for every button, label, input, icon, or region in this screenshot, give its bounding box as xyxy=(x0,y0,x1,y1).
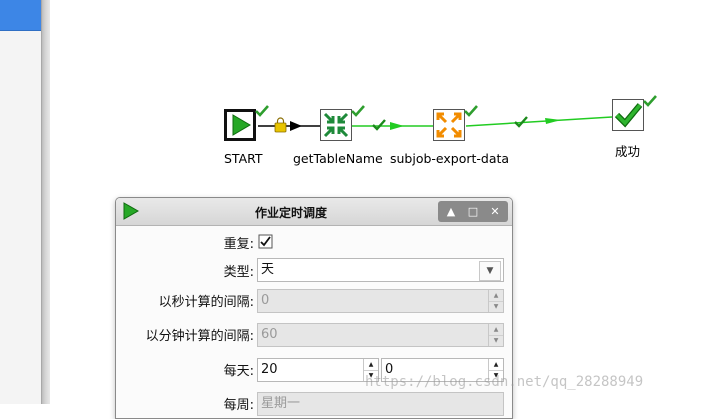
panel-splitter[interactable] xyxy=(41,0,50,404)
window-controls: ▲ □ ✕ xyxy=(438,201,508,222)
status-check-icon xyxy=(351,105,365,117)
type-select-value: 天 xyxy=(261,262,275,277)
keep-above-button[interactable]: ▲ xyxy=(440,201,462,222)
minutes-spinner: ▲ ▼ xyxy=(488,324,503,346)
minutes-interval-value: 60 xyxy=(261,327,278,342)
status-check-icon xyxy=(255,105,269,117)
step-success[interactable]: 成功 xyxy=(612,95,657,159)
success-check-icon xyxy=(612,99,644,131)
step-label: 成功 xyxy=(615,144,641,159)
minutes-interval-label: 以分钟计算的间隔: xyxy=(145,329,254,344)
daily-hour-input[interactable]: 20 ▲ ▼ xyxy=(257,358,379,382)
selected-tree-item[interactable] xyxy=(0,0,41,31)
close-button[interactable]: ✕ xyxy=(484,201,506,222)
seconds-interval-input[interactable]: 0 ▲ ▼ xyxy=(257,289,504,313)
hop-subjob-to-success xyxy=(465,116,613,127)
seconds-interval-label: 以秒计算的间隔: xyxy=(158,295,254,310)
left-panel xyxy=(0,0,41,404)
seconds-spinner: ▲ ▼ xyxy=(488,290,503,312)
spin-down-icon[interactable]: ▼ xyxy=(489,301,503,312)
watermark: https://blog.csdn.net/qq_28288949 xyxy=(365,374,644,390)
weekly-select[interactable]: 星期一 xyxy=(257,392,504,416)
hop-success-check-icon xyxy=(514,116,528,128)
step-label: subjob-export-data xyxy=(390,151,510,166)
daily-hour-value: 20 xyxy=(261,362,278,377)
maximize-button[interactable]: □ xyxy=(462,201,484,222)
hop-arrowhead xyxy=(290,121,302,131)
status-check-icon xyxy=(464,105,478,117)
hop-success-check-icon xyxy=(372,119,386,131)
collapse-arrows-icon xyxy=(320,109,352,141)
seconds-interval-value: 0 xyxy=(261,293,270,308)
expand-arrows-icon xyxy=(433,109,465,141)
status-check-icon xyxy=(643,95,657,107)
start-arrow-icon xyxy=(224,109,256,141)
repeat-label: 重复: xyxy=(223,237,254,252)
step-subjob-export-data[interactable] xyxy=(433,105,478,149)
hop-arrowhead xyxy=(390,122,404,130)
step-start[interactable]: START xyxy=(224,105,284,169)
type-label: 类型: xyxy=(223,265,254,280)
type-select[interactable]: 天 ▼ xyxy=(257,258,504,282)
minutes-interval-input[interactable]: 60 ▲ ▼ xyxy=(257,323,504,347)
step-label: getTableName xyxy=(293,151,383,166)
step-label: START xyxy=(224,151,263,166)
spin-down-icon[interactable]: ▼ xyxy=(489,335,503,346)
dialog-title: 作业定时调度 xyxy=(254,206,327,220)
dialog-titlebar[interactable]: 作业定时调度 ▲ □ ✕ xyxy=(116,198,512,226)
schedule-form: 重复: 类型: 天 ▼ 以秒计算的间隔: 0 ▲ ▼ 以分钟计算的间隔: 60 … xyxy=(116,226,512,418)
repeat-checkbox[interactable] xyxy=(258,234,274,250)
chevron-down-icon[interactable]: ▼ xyxy=(479,261,501,281)
daily-label: 每天: xyxy=(223,364,254,379)
